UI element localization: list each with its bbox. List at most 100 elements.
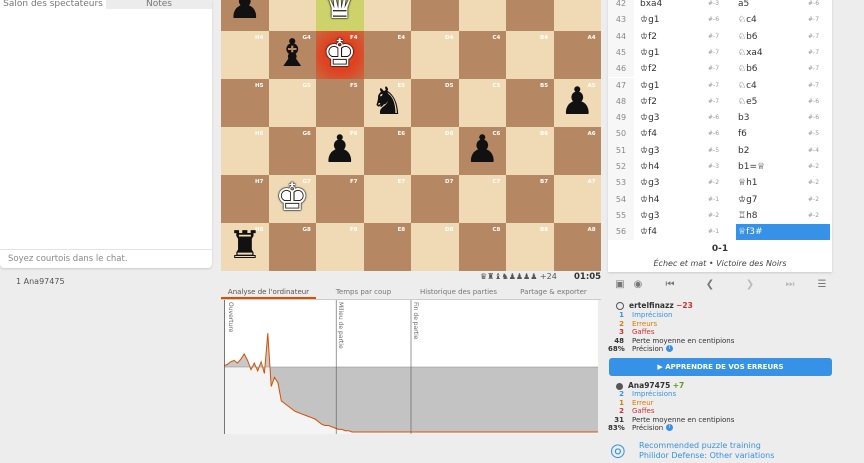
stat-label: Erreur <box>632 398 654 407</box>
move-number: 47 <box>608 77 634 94</box>
white-player-name[interactable]: ertelfinazz <box>629 301 674 310</box>
white-rating-diff: −23 <box>676 301 693 310</box>
white-move-eval: #-6 <box>708 130 720 138</box>
tab-move-times[interactable]: Temps par coup <box>316 285 411 299</box>
board-square[interactable] <box>506 0 554 31</box>
phase-label: Fin de partie <box>412 302 419 340</box>
move-row: 47 ♔g1 #-7 ♘c4 #-7 <box>608 77 832 94</box>
black-move-eval: #-2 <box>808 179 820 187</box>
white-move-eval: #-2 <box>708 211 720 219</box>
move-row: 53 ♔g3 #-2 ♕h1 #-2 <box>608 175 832 192</box>
target-icon[interactable]: ◉ <box>628 276 648 294</box>
tab-spectator-room[interactable]: Salon des spectateurs <box>0 0 106 9</box>
book-icon[interactable]: ▣ <box>610 276 630 294</box>
black-move-eval: #-7 <box>808 81 820 89</box>
stat-label: Précision <box>632 424 664 433</box>
chess-board[interactable]: H4 G4 F4 E4 D4 C4 B4 A4 H5 G5 F5 E5 D5 C5 B5 A5 H6 G6 F6 E6… <box>221 0 601 271</box>
black-move-eval: #-2 <box>808 195 820 203</box>
move-number: 45 <box>608 44 634 62</box>
white-move[interactable]: ♔g1 <box>640 12 660 28</box>
prev-move-icon[interactable]: ❮ <box>700 276 720 294</box>
board-square[interactable] <box>411 0 459 31</box>
move-number: 54 <box>608 191 634 208</box>
white-move[interactable]: ♔h4 <box>640 192 660 208</box>
black-move-eval: #-4 <box>808 146 820 154</box>
black-move[interactable]: ♕f3# <box>736 224 830 241</box>
board-square[interactable] <box>363 0 411 31</box>
white-move[interactable]: ♔h4 <box>640 159 660 175</box>
game-result-description: Échec et mat • Victoire des Noirs <box>653 259 787 268</box>
move-row: 45 ♔g1 #-7 ♘xa4 #-7 <box>608 44 832 62</box>
chess-piece[interactable]: ♜ <box>221 221 269 269</box>
stat-label: Imprécisions <box>632 390 677 398</box>
puzzle-line-1[interactable]: Recommended puzzle training <box>639 441 774 451</box>
tab-computer-analysis[interactable]: Analyse de l'ordinateur <box>221 285 316 299</box>
white-move[interactable]: ♔g3 <box>640 208 660 224</box>
stat-label: Erreurs <box>632 319 658 328</box>
evaluation-chart[interactable]: Ouverture Milieu de partie Fin de partie <box>224 300 598 434</box>
learn-from-mistakes-button[interactable]: ▶ APPRENDRE DE VOS ERREURS <box>609 358 832 376</box>
chess-piece[interactable]: ♟ <box>221 0 269 29</box>
info-icon[interactable]: i <box>666 424 673 432</box>
menu-icon[interactable]: ☰ <box>812 276 832 294</box>
white-move[interactable]: ♔g3 <box>640 143 660 159</box>
move-list[interactable]: 0-1 Échec et mat • Victoire des Noirs 42… <box>608 0 832 272</box>
board-coordinate: A4 <box>587 35 596 41</box>
white-move[interactable]: bxa4 <box>640 0 662 12</box>
white-circle-icon <box>616 302 624 310</box>
move-number: 55 <box>608 207 634 225</box>
white-move[interactable]: ♔g3 <box>640 110 660 126</box>
chess-piece[interactable]: ♚ <box>316 29 364 77</box>
last-move-icon[interactable]: ⏭ <box>780 276 800 294</box>
white-move-eval: #-7 <box>708 32 720 40</box>
chess-piece[interactable]: ♟ <box>459 125 507 173</box>
move-row: 56 ♔f4 #-1 ♕f3# <box>608 224 832 241</box>
board-coordinate: H4 <box>255 35 264 41</box>
white-move[interactable]: ♔f4 <box>640 126 657 142</box>
puzzle-recommendation[interactable]: Recommended puzzle training Philidor Def… <box>639 441 774 461</box>
white-move[interactable]: ♔f4 <box>640 224 657 240</box>
black-move-eval: #-6 <box>808 114 820 122</box>
white-move[interactable]: ♔g1 <box>640 45 660 61</box>
tab-notes[interactable]: Notes <box>106 0 212 9</box>
tab-game-history[interactable]: Historique des parties <box>411 285 506 299</box>
white-move[interactable]: ♔f2 <box>640 94 657 110</box>
player-clock: 01:05 <box>574 272 602 282</box>
chess-piece[interactable]: ♟ <box>554 77 602 125</box>
black-move-eval: #-6 <box>808 0 820 7</box>
board-coordinate: A6 <box>587 131 596 137</box>
board-coordinate: G8 <box>302 227 311 233</box>
move-row: 49 ♔g3 #-6 b3 #-6 <box>608 110 832 127</box>
white-move[interactable]: ♔g1 <box>640 78 660 94</box>
white-move[interactable]: ♔f2 <box>640 61 657 77</box>
white-move[interactable]: ♔g3 <box>640 175 660 191</box>
chess-piece[interactable]: ♞ <box>364 77 412 125</box>
board-square[interactable] <box>268 0 316 31</box>
move-row: 44 ♔f2 #-7 ♘b6 #-7 <box>608 28 832 45</box>
board-square[interactable] <box>458 0 506 31</box>
chess-piece[interactable]: ♝ <box>269 29 317 77</box>
chess-piece[interactable]: ♚ <box>269 173 317 221</box>
info-icon[interactable]: i <box>666 345 673 353</box>
board-coordinate: F7 <box>350 179 358 185</box>
stat-value: 1 <box>619 311 624 319</box>
white-move[interactable]: ♔f2 <box>640 29 657 45</box>
move-number: 53 <box>608 175 634 192</box>
first-move-icon[interactable]: ⏮ <box>660 276 680 294</box>
tab-share-export[interactable]: Partage & exporter <box>506 285 601 299</box>
move-row: 54 ♔h4 #-1 ♔g7 #-2 <box>608 191 832 208</box>
chess-piece[interactable]: ♟ <box>316 125 364 173</box>
move-number: 56 <box>608 224 634 241</box>
board-square[interactable] <box>553 0 601 31</box>
board-coordinate: H6 <box>255 131 264 137</box>
black-move-eval: #-7 <box>808 65 820 73</box>
stat-label: Gaffes <box>632 328 655 337</box>
black-move-eval: #-5 <box>808 130 820 138</box>
puzzle-line-2[interactable]: Philidor Defense: Other variations <box>639 451 774 461</box>
black-move-eval: #-2 <box>808 163 820 170</box>
black-player-name[interactable]: Ana97475 <box>628 381 670 390</box>
chat-input[interactable]: Soyez courtois dans le chat. <box>8 254 208 264</box>
chess-piece[interactable]: ♛ <box>316 0 364 29</box>
next-move-icon[interactable]: ❯ <box>740 276 760 294</box>
stat-label: Imprécision <box>632 311 673 319</box>
